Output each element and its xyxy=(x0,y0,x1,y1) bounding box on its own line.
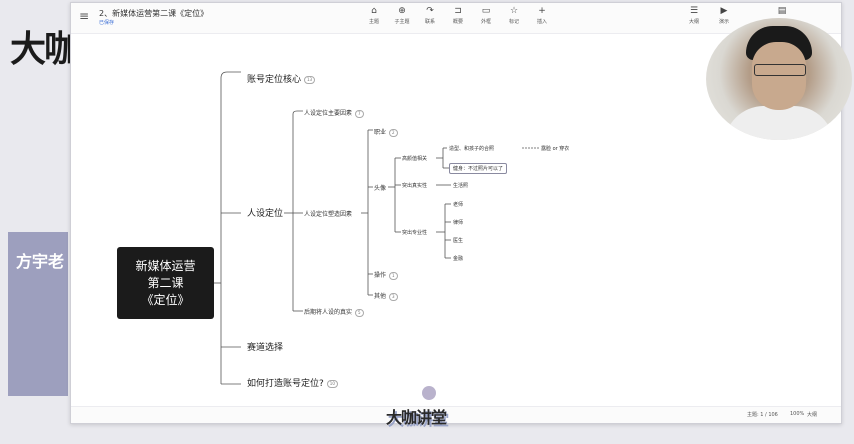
topic-appearance-extra[interactable]: 露脸 or 穿衣 xyxy=(541,145,569,152)
watermark-text: 大咖讲堂 xyxy=(386,408,447,427)
toolbar-label: 标记 xyxy=(508,19,519,25)
summary-icon: ⊐ xyxy=(454,6,462,16)
topic-operation[interactable]: 操作 1 xyxy=(374,270,398,280)
presenter-glasses xyxy=(754,64,806,76)
topic-how-to[interactable]: 如何打造账号定位? 10 xyxy=(247,376,338,389)
toolbar-label: 主题 xyxy=(368,19,379,25)
root-line-2: 第二课 xyxy=(147,275,184,290)
format-icon: ▤ xyxy=(777,6,787,16)
insert-icon: + xyxy=(538,6,546,16)
collapse-count-badge[interactable]: 5 xyxy=(355,308,364,317)
topic-teacher[interactable]: 老师 xyxy=(453,201,463,208)
topic-track[interactable]: 赛道选择 xyxy=(247,340,283,353)
topic-label: 如何打造账号定位? xyxy=(247,379,324,389)
topic-label: 人设定位主要因素 xyxy=(304,110,353,117)
root-line-1: 新媒体运营 xyxy=(135,258,196,273)
document-title[interactable]: 2、新媒体运营第二课《定位》 xyxy=(99,8,208,19)
collapse-count-badge[interactable]: 3 xyxy=(389,292,398,301)
toolbar-summary-button[interactable]: ⊐ 概要 xyxy=(447,6,469,25)
topic-show-people[interactable]: 后期将人设的真实 5 xyxy=(304,307,364,317)
outline-icon: ☰ xyxy=(689,6,699,16)
toolbar-label: 外框 xyxy=(480,19,491,25)
topic-account-core[interactable]: 账号定位核心 13 xyxy=(247,72,316,85)
toolbar-label: 插入 xyxy=(536,19,547,25)
collapse-count-badge[interactable]: 13 xyxy=(304,75,316,84)
presenter-shirt xyxy=(724,106,834,140)
topic-doctor[interactable]: 医生 xyxy=(453,237,463,244)
toolbar-insert-button[interactable]: + 插入 xyxy=(531,6,553,25)
add-child-icon: ⊕ xyxy=(398,6,406,16)
boundary-icon: ▭ xyxy=(481,6,491,16)
topic-avatar[interactable]: 头像 xyxy=(374,183,386,192)
topic-label: 赛道选择 xyxy=(247,343,284,353)
presenter-face xyxy=(752,42,806,110)
toolbar: ⌂ 主题 ⊕ 子主题 ↷ 联系 ⊐ 概要 ▭ 外框 ☆ 标记 + 插入 xyxy=(363,6,553,25)
toolbar-label: 大纲 xyxy=(688,19,699,25)
topic-label: 人设定位 xyxy=(247,209,284,219)
topic-icon: ⌂ xyxy=(371,6,377,16)
toolbar-label: 子主题 xyxy=(394,19,410,25)
toolbar-label: 联系 xyxy=(424,19,435,25)
menu-icon[interactable]: ≡ xyxy=(79,9,89,23)
connect-icon: ↷ xyxy=(426,6,434,16)
topic-life-photo[interactable]: 生活照 xyxy=(453,182,468,189)
topic-label: 职业 xyxy=(374,129,387,136)
toolbar-boundary-button[interactable]: ▭ 外框 xyxy=(475,6,497,25)
topic-label: 后期将人设的真实 xyxy=(304,309,353,316)
topic-persona[interactable]: 人设定位 xyxy=(247,206,283,219)
present-icon: ▶ xyxy=(720,6,728,16)
topic-professional[interactable]: 突出专业性 xyxy=(402,229,427,236)
topic-appearance[interactable]: 造型、和孩子的合照 xyxy=(449,145,494,152)
collapse-count-badge[interactable]: 10 xyxy=(326,379,338,388)
topic-other[interactable]: 其他 3 xyxy=(374,291,398,301)
webcam-overlay xyxy=(706,18,852,140)
toolbar-topic-button[interactable]: ⌂ 主题 xyxy=(363,6,385,25)
toolbar-label: 概要 xyxy=(452,19,463,25)
topic-appearance-related[interactable]: 高颜值相关 xyxy=(402,155,427,162)
zoom-level[interactable]: 100% xyxy=(790,411,804,417)
topic-label: 头像 xyxy=(374,185,387,192)
toolbar-present-button[interactable]: ▶ 演示 xyxy=(713,6,735,25)
toolbar-right: ☰ 大纲 ▶ 演示 xyxy=(683,6,735,25)
topic-fitness-selected[interactable]: 健身：不过照片可以了 xyxy=(449,163,508,174)
collapse-count-badge[interactable]: 1 xyxy=(389,271,398,280)
root-topic[interactable]: 新媒体运营 第二课 《定位》 xyxy=(117,247,214,319)
topic-finance[interactable]: 金融 xyxy=(453,255,463,262)
topic-persona-shaping[interactable]: 人设定位塑造因素 xyxy=(304,209,352,218)
root-line-3: 《定位》 xyxy=(141,292,190,307)
topic-label: 其他 xyxy=(374,293,387,300)
collapse-count-badge[interactable]: 2 xyxy=(389,128,398,137)
topic-lawyer[interactable]: 律师 xyxy=(453,219,463,226)
topic-label: 账号定位核心 xyxy=(247,75,302,85)
topic-real[interactable]: 突出真实性 xyxy=(402,182,427,189)
background-panel-text: 方宇老 xyxy=(16,252,65,271)
topic-persona-elements[interactable]: 人设定位主要因素 7 xyxy=(304,108,364,118)
topic-career[interactable]: 职业 2 xyxy=(374,127,398,137)
save-status: 已保存 xyxy=(99,20,115,26)
topic-count: 主题: 1 / 106 xyxy=(747,412,778,418)
watermark-logo: 大咖讲堂 大咖讲堂 xyxy=(386,386,466,436)
view-mode[interactable]: 大纲 xyxy=(807,411,817,418)
toolbar-outline-button[interactable]: ☰ 大纲 xyxy=(683,6,705,25)
toolbar-marker-button[interactable]: ☆ 标记 xyxy=(503,6,525,25)
titlebar: ≡ 2、新媒体运营第二课《定位》 已保存 ⌂ 主题 ⊕ 子主题 ↷ 联系 ⊐ 概… xyxy=(71,3,841,34)
toolbar-label: 演示 xyxy=(718,19,729,25)
mark-icon: ☆ xyxy=(509,6,519,16)
collapse-count-badge[interactable]: 7 xyxy=(355,109,364,118)
watermark-dot xyxy=(422,386,436,400)
background-brand-logo: 大咖 xyxy=(10,29,80,70)
topic-label: 操作 xyxy=(374,272,387,279)
topic-label: 人设定位塑造因素 xyxy=(304,211,353,218)
toolbar-relationship-button[interactable]: ↷ 联系 xyxy=(419,6,441,25)
toolbar-subtopic-button[interactable]: ⊕ 子主题 xyxy=(391,6,413,25)
